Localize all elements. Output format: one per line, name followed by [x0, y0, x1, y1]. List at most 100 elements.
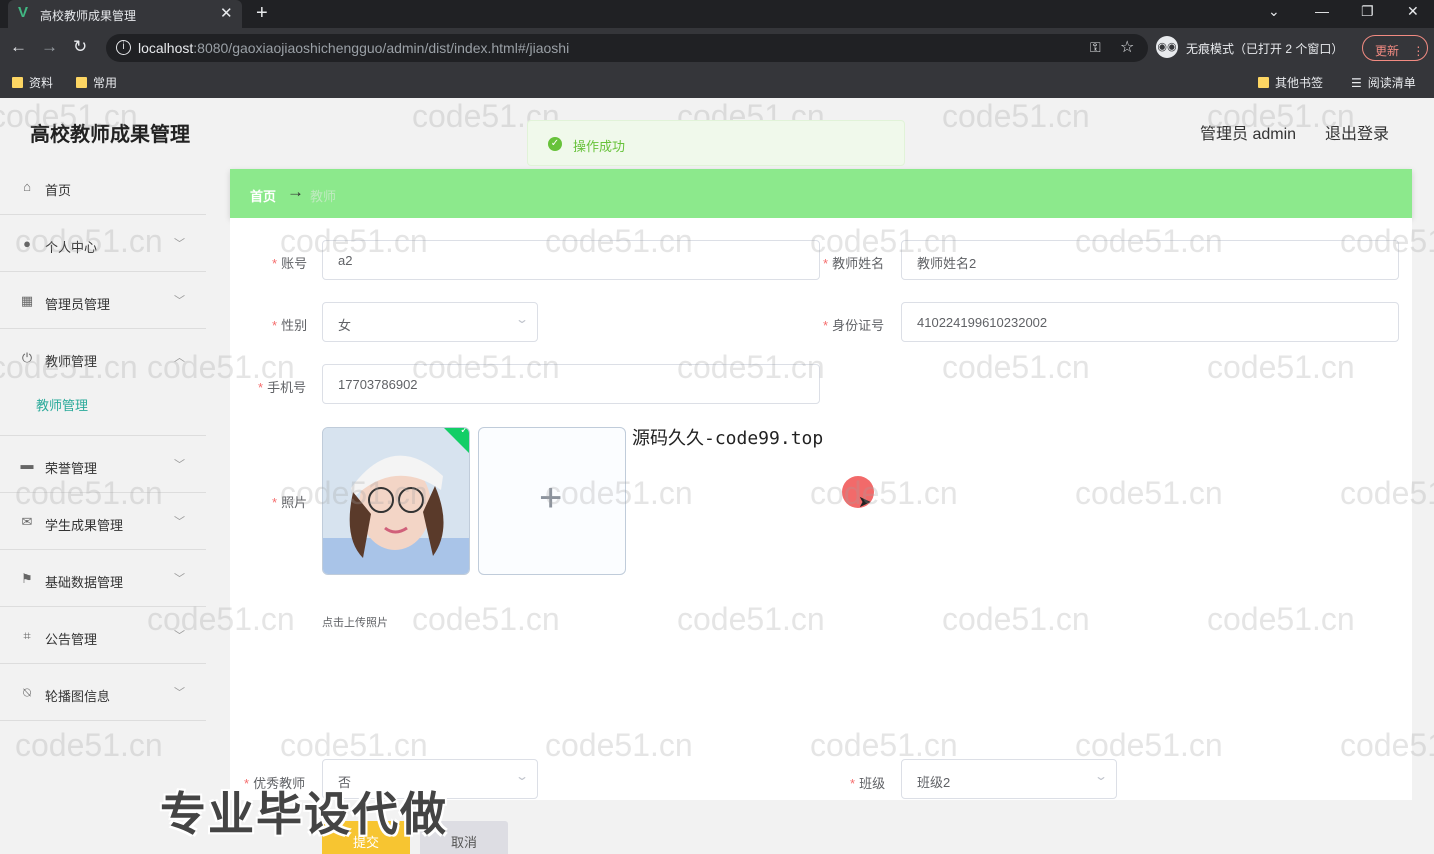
browser-tabbar: V 高校教师成果管理 ✕ + ⌄ — ❐ ✕ — [0, 0, 1434, 28]
sidebar-item-home[interactable]: ⌂ 首页 — [0, 158, 206, 215]
sidebar-item-label: 个人中心 — [45, 240, 98, 255]
chevron-down-icon: ﹀ — [174, 687, 185, 699]
crop-icon: ⌗ — [23, 628, 31, 643]
window-close-icon[interactable]: ✕ — [1407, 3, 1419, 20]
mouse-cursor-icon: ➤ — [858, 494, 872, 511]
reading-list[interactable]: ☰ 阅读清单 — [1351, 74, 1416, 91]
power-icon: ⏻ — [21, 350, 33, 365]
logout-link[interactable]: 退出登录 — [1325, 120, 1389, 144]
mail-icon: ✉ — [21, 514, 33, 529]
phone-input[interactable]: 17703786902 — [322, 364, 820, 404]
id-number-input[interactable]: 410224199610232002 — [901, 302, 1399, 342]
photo-upload-button[interactable]: + — [478, 427, 626, 575]
key-icon[interactable]: ⚿ — [1090, 39, 1101, 56]
trophy-icon: ▬ — [20, 457, 34, 472]
url-text[interactable]: localhost:8080/gaoxiaojiaoshichengguo/ad… — [138, 40, 569, 56]
incognito-label: 无痕模式（已打开 2 个窗口） — [1186, 42, 1344, 56]
breadcrumb: 首页 → 教师 — [230, 169, 1412, 218]
teacher-name-input[interactable]: 教师姓名2 — [901, 240, 1399, 280]
bookmark-folder[interactable]: 资料 — [12, 74, 53, 91]
sidebar-item-notices[interactable]: ⌗ 公告管理 ﹀ — [0, 607, 206, 664]
watermark: code51.cn — [942, 98, 1090, 134]
sidebar-item-student-results[interactable]: ✉ 学生成果管理 ﹀ — [0, 493, 206, 550]
toast-message: 操作成功 — [573, 139, 626, 154]
chevron-down-icon: ﹀ — [174, 573, 185, 585]
gender-label: * 性别 — [272, 318, 308, 333]
account-input[interactable]: a2 — [322, 240, 820, 280]
phone-label: * 手机号 — [258, 380, 307, 395]
bookmarks-bar: 资料 常用 其他书签 ☰ 阅读清单 — [0, 68, 1434, 98]
sidebar-item-label: 首页 — [45, 183, 72, 198]
chevron-down-icon: ⌄ — [514, 312, 530, 326]
sidebar-item-label: 教师管理 — [45, 354, 98, 369]
breadcrumb-current: 教师 — [310, 189, 337, 204]
folder-icon — [12, 77, 23, 88]
source-watermark-text: 源码久久-code99.top — [632, 428, 824, 449]
chevron-down-icon: ﹀ — [174, 238, 185, 250]
chevron-down-icon: ﹀ — [174, 516, 185, 528]
plus-icon: + — [539, 476, 563, 520]
watermark: code51.cn — [15, 727, 163, 763]
new-tab-icon[interactable]: + — [256, 2, 268, 25]
sidebar-item-label: 管理员管理 — [45, 297, 111, 312]
sidebar-item-admins[interactable]: ▦ 管理员管理 ﹀ — [0, 272, 206, 329]
tab-title: 高校教师成果管理 — [40, 9, 137, 23]
info-icon[interactable]: i — [116, 40, 131, 55]
chevron-down-icon: ﹀ — [174, 295, 185, 307]
sidebar-item-label: 荣誉管理 — [45, 461, 98, 476]
submenu-label: 教师管理 — [36, 398, 89, 413]
sidebar-item-honors[interactable]: ▬ 荣誉管理 ﹀ — [0, 436, 206, 493]
breadcrumb-separator: → — [287, 182, 304, 201]
success-toast: ✓ 操作成功 — [527, 120, 905, 166]
app-title: 高校教师成果管理 — [30, 124, 190, 146]
address-bar[interactable]: i localhost:8080/gaoxiaojiaoshichengguo/… — [106, 34, 1148, 62]
admin-label: 管理员 admin — [1200, 126, 1297, 143]
forward-icon[interactable]: → — [41, 37, 58, 57]
photo-label: * 照片 — [272, 495, 308, 510]
vue-icon: V — [18, 4, 29, 21]
chevron-up-icon: ︿ — [174, 352, 185, 364]
update-button[interactable]: 更新 ⋮ — [1362, 35, 1428, 61]
browser-tab[interactable]: V 高校教师成果管理 ✕ — [8, 0, 242, 28]
close-icon[interactable]: ✕ — [220, 4, 233, 22]
bookmark-folder[interactable]: 其他书签 — [1258, 74, 1323, 91]
incognito-icon: ◉◉ — [1156, 36, 1178, 58]
minimize-icon[interactable]: — — [1315, 3, 1329, 19]
teacher-form: * 账号 a2 * 教师姓名 教师姓名2 * 性别 女 ⌄ * 身份证号 41022419… — [230, 218, 1412, 854]
check-icon: ✓ — [460, 427, 469, 437]
sidebar-item-base-data[interactable]: ⚑ 基础数据管理 ﹀ — [0, 550, 206, 607]
home-icon: ⌂ — [23, 179, 31, 194]
chevron-down-icon: ﹀ — [174, 459, 185, 471]
gender-select[interactable]: 女 ⌄ — [322, 302, 538, 342]
browser-toolbar: ← → ↻ i localhost:8080/gaoxiaojiaoshiche… — [0, 28, 1434, 68]
class-value: 班级2 — [917, 775, 951, 790]
back-icon[interactable]: ← — [10, 37, 27, 57]
chevron-down-icon: ⌄ — [1093, 769, 1109, 783]
teacher-photo-image — [323, 428, 469, 574]
user-icon: ● — [23, 236, 31, 251]
reload-icon[interactable]: ↻ — [73, 37, 87, 57]
sidebar-item-teachers[interactable]: ⏻ 教师管理 ︿ — [0, 329, 206, 386]
uploaded-photo[interactable]: ✓ — [322, 427, 470, 575]
flag-icon: ⚑ — [21, 571, 33, 586]
update-label: 更新 — [1375, 44, 1400, 58]
submenu-item-teacher-manage[interactable]: 教师管理 — [0, 386, 206, 436]
sidebar-item-label: 基础数据管理 — [45, 575, 124, 590]
star-icon[interactable]: ☆ — [1120, 37, 1134, 57]
breadcrumb-home[interactable]: 首页 — [250, 186, 276, 205]
class-label: * 班级 — [850, 776, 886, 791]
folder-icon — [76, 77, 87, 88]
sidebar-item-label: 轮播图信息 — [45, 689, 111, 704]
chevron-down-icon[interactable]: ⌄ — [1268, 3, 1280, 20]
teacher-name-label: * 教师姓名 — [823, 256, 885, 271]
sidebar: ⌂ 首页 ● 个人中心 ﹀ ▦ 管理员管理 ﹀ ⏻ 教师管理 ︿ 教师管理 ▬ … — [0, 158, 206, 721]
sidebar-item-carousel[interactable]: ⍉ 轮播图信息 ﹀ — [0, 664, 206, 721]
more-icon: ⋮ — [1412, 44, 1425, 58]
chevron-down-icon: ﹀ — [174, 630, 185, 642]
bookmark-folder[interactable]: 常用 — [76, 74, 117, 91]
folder-icon — [1258, 77, 1269, 88]
class-select[interactable]: 班级2 ⌄ — [901, 759, 1117, 799]
app-root: 高校教师成果管理 管理员 admin 退出登录 ✓ 操作成功 ⌂ 首页 ● 个人… — [0, 98, 1434, 854]
sidebar-item-profile[interactable]: ● 个人中心 ﹀ — [0, 215, 206, 272]
restore-icon[interactable]: ❐ — [1361, 3, 1374, 20]
